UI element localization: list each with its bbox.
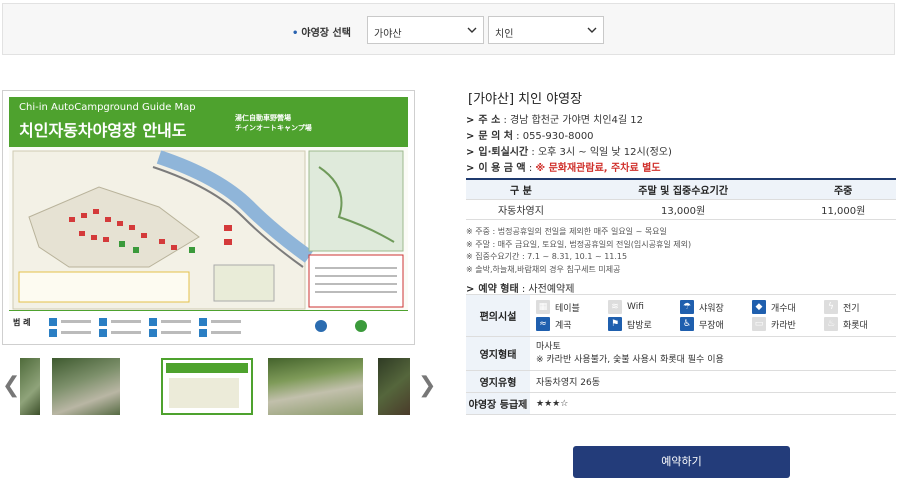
gallery-thumbnails: ❮ ❯ <box>0 356 436 418</box>
price-table-header: 구 분 주말 및 집중수요기간 주중 <box>466 178 896 199</box>
sink-icon: ◆ <box>752 300 766 314</box>
gallery-thumbnail-selected[interactable] <box>161 358 253 415</box>
chevron-right-icon: > <box>466 115 475 126</box>
fee-row: > 이 용 금 액 : ※ 문화재관람료, 주차료 별도 <box>466 163 661 174</box>
facility-trail-item: ⚑ 탐방로 <box>608 317 680 331</box>
facility-shower-item: ☂ 샤워장 <box>680 300 752 314</box>
guide-map-ko-title: 치인자동차야영장 안내도 <box>19 121 187 140</box>
address-row: > 주 소 : 경남 합천군 가야면 치인4길 12 <box>466 115 644 126</box>
legend-icons <box>49 318 367 337</box>
gallery-next-icon[interactable]: ❯ <box>418 373 436 398</box>
region-select[interactable]: 가야산 <box>367 16 484 44</box>
guide-map-legend: 범 례 <box>9 310 408 340</box>
gallery-thumbnail[interactable] <box>52 358 120 415</box>
campground-selector-bar: • 야영장 선택 가야산 치인 <box>2 3 895 55</box>
chevron-right-icon: > <box>466 131 475 142</box>
chevron-down-icon <box>587 27 597 33</box>
table-row: 영지유형 자동차영지 26동 <box>466 370 896 393</box>
selector-label: • 야영장 선택 <box>292 28 351 39</box>
table-row: 영지형태 마사토 ※ 카라반 사용불가, 숯불 사용시 화롯대 필수 이용 <box>466 336 896 371</box>
wifi-icon: ≋ <box>608 300 622 314</box>
facility-valley-item: ≈ 계곡 <box>536 317 608 331</box>
reserve-button[interactable]: 예약하기 <box>573 446 790 478</box>
table-row: 자동차영지 13,000원 11,000원 <box>466 198 896 220</box>
facility-accessible-item: ♿ 무장애 <box>680 317 752 331</box>
table-icon: ▦ <box>536 300 550 314</box>
table-row: 야영장 등급제 ★★★☆ <box>466 392 896 415</box>
site-select[interactable]: 치인 <box>488 16 604 44</box>
chevron-down-icon <box>467 27 477 33</box>
facility-sink-item: ◆ 개수대 <box>752 300 824 314</box>
guide-map-en-title: Chi-in AutoCampground Guide Map <box>19 102 196 113</box>
accessible-icon: ♿ <box>680 317 694 331</box>
facility-electric-item: ϟ 전기 <box>824 300 896 314</box>
facility-table-item: ▦ 테이블 <box>536 300 608 314</box>
facility-wifi-item: ≋ Wifi <box>608 300 680 314</box>
guide-map-header: Chi-in AutoCampground Guide Map 치인자동차야영장… <box>9 97 408 147</box>
facility-table: 편의시설 ▦ 테이블 ≋ Wifi ☂ 샤워장 ◆ 개수대 ϟ 전기 ≈ 계곡 ⚑ 탐방로 ♿… <box>466 294 896 415</box>
gallery-prev-icon[interactable]: ❮ <box>2 373 20 398</box>
electric-icon: ϟ <box>824 300 838 314</box>
caravan-icon: ▭ <box>752 317 766 331</box>
facility-brazier-item: ♨ 화롯대 <box>824 317 896 331</box>
campground-title: [가야산] 치인 야영장 <box>468 92 583 107</box>
trail-icon: ⚑ <box>608 317 622 331</box>
gallery-thumbnail[interactable] <box>268 358 363 415</box>
checkin-row: > 입·퇴실시간 : 오후 3시 ~ 익일 낮 12시(정오) <box>466 147 672 158</box>
bullet-icon: • <box>292 28 299 39</box>
brazier-icon: ♨ <box>824 317 838 331</box>
gallery-thumbnail[interactable] <box>20 358 40 415</box>
guide-map-jp-title: 湯仁自動車野營場 チインオートキャンプ場 <box>235 114 312 132</box>
facility-list: ▦ 테이블 ≋ Wifi ☂ 샤워장 ◆ 개수대 ϟ 전기 ≈ 계곡 ⚑ 탐방로 ♿ 무장애 ▭… <box>536 297 896 334</box>
valley-icon: ≈ <box>536 317 550 331</box>
phone-row: > 문 의 처 : 055-930-8000 <box>466 131 594 142</box>
table-row: 편의시설 ▦ 테이블 ≋ Wifi ☂ 샤워장 ◆ 개수대 ϟ 전기 ≈ 계곡 ⚑ 탐방로 ♿… <box>466 294 896 337</box>
reservation-row: > 예약 형태 : 사전예약제 <box>466 284 575 295</box>
chevron-right-icon: > <box>466 147 475 158</box>
shower-icon: ☂ <box>680 300 694 314</box>
guide-map-image: Chi-in AutoCampground Guide Map 치인자동차야영장… <box>2 90 415 345</box>
region-select-value: 가야산 <box>374 29 402 40</box>
site-select-value: 치인 <box>495 29 514 40</box>
facility-caravan-item: ▭ 카라반 <box>752 317 824 331</box>
fee-notes: ※ 주중 : 법정공휴일의 전일을 제외한 매주 일요일 ~ 목요일 ※ 주말 … <box>466 227 692 274</box>
grade-stars: ★★★☆ <box>530 392 896 415</box>
price-table: 구 분 주말 및 집중수요기간 주중 자동차영지 13,000원 11,000원 <box>466 178 896 220</box>
gallery-thumbnail[interactable] <box>378 358 410 415</box>
chevron-right-icon: > <box>466 163 475 174</box>
